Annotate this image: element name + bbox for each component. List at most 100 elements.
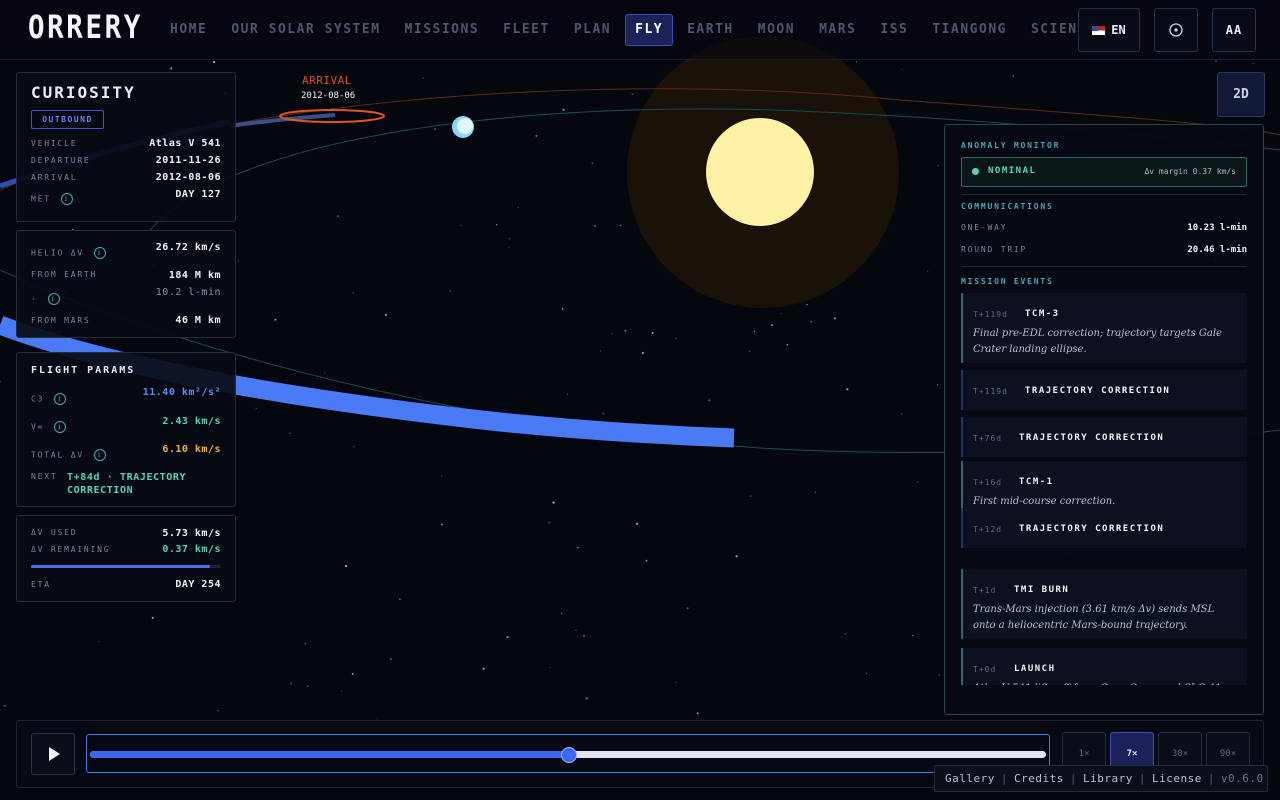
star	[865, 672, 867, 674]
star	[217, 709, 219, 712]
main-nav: HOME OUR SOLAR SYSTEM MISSIONS FLEET PLAN FLY…	[160, 14, 1110, 46]
timeline-slider[interactable]	[86, 734, 1050, 773]
one-way-value: 10.23 l-min	[1187, 223, 1247, 233]
language-label: EN	[1111, 23, 1126, 37]
dv-remaining-label: ΔV REMAINING	[31, 545, 111, 554]
star	[374, 141, 376, 143]
star	[635, 522, 639, 525]
star	[3, 704, 6, 707]
info-icon[interactable]: i	[54, 393, 67, 405]
departure-label: DEPARTURE	[31, 156, 91, 165]
star	[936, 384, 939, 386]
event-description: Final pre-EDL correction; trajectory tar…	[973, 328, 1222, 355]
nav-item-plan[interactable]: PLAN	[564, 14, 621, 46]
mission-events-list[interactable]: T+119d TCM-3 Final pre-EDL correction; tra…	[961, 293, 1247, 685]
font-size-button[interactable]: AA	[1212, 8, 1256, 52]
dv-remaining-value: 0.37 km/s	[162, 544, 221, 555]
info-icon[interactable]: i	[60, 193, 73, 205]
star	[351, 673, 354, 675]
license-link[interactable]: License	[1152, 772, 1202, 785]
vinf-label: V∞	[31, 422, 45, 432]
us-flag-icon	[1092, 25, 1106, 35]
communications-title: COMMUNICATIONS	[961, 202, 1054, 211]
nav-item-fleet[interactable]: FLEET	[493, 14, 560, 46]
mission-event-item[interactable]: T+0d LAUNCH Atlas V 541 lifts off from Cap…	[961, 648, 1247, 685]
star	[547, 521, 550, 524]
star	[806, 303, 808, 306]
mission-event-item[interactable]: T+119d TCM-3 Final pre-EDL correction; tra…	[961, 293, 1247, 363]
top-navigation-bar: ORRERY HOME OUR SOLAR SYSTEM MISSIONS FLEET…	[0, 0, 1280, 60]
nav-item-iss[interactable]: ISS	[870, 14, 918, 46]
timeline-thumb[interactable]	[561, 747, 577, 763]
play-button[interactable]	[31, 733, 75, 775]
info-icon[interactable]: i	[47, 293, 60, 305]
event-name: TRAJECTORY CORRECTION	[1019, 524, 1165, 534]
c3-label: C3	[31, 394, 45, 404]
view-mode-toggle[interactable]: 2D	[1217, 72, 1265, 117]
star	[549, 667, 551, 669]
mission-event-item[interactable]: T+1d TMI BURN Trans-Mars injection (3.61 k…	[961, 569, 1247, 639]
arrival-field-label: ARRIVAL	[31, 173, 78, 182]
info-icon[interactable]: i	[93, 449, 106, 461]
version-label: v0.6.0	[1220, 772, 1264, 785]
status-dot-icon	[972, 168, 979, 175]
nav-item-home[interactable]: HOME	[160, 14, 217, 46]
star	[340, 690, 342, 692]
star	[591, 162, 594, 165]
mission-event-item[interactable]: T+76d TRAJECTORY CORRECTION	[961, 417, 1247, 457]
mission-event-item[interactable]: T+119d TRAJECTORY CORRECTION	[961, 370, 1247, 410]
dv-used-label: ΔV USED	[31, 528, 78, 537]
nav-item-tiangong[interactable]: TIANGONG	[922, 14, 1017, 46]
star	[611, 333, 613, 335]
star	[434, 128, 437, 131]
star	[585, 697, 588, 700]
star	[735, 555, 738, 558]
star	[289, 432, 292, 435]
from-mars-value: 46 M km	[175, 315, 221, 326]
info-icon[interactable]: i	[54, 421, 67, 433]
vinf-row: V∞ i	[31, 421, 67, 433]
language-button[interactable]: EN	[1078, 8, 1140, 52]
from-earth-label: FROM EARTH	[31, 270, 98, 279]
nav-item-our-solar-system[interactable]: OUR SOLAR SYSTEM	[221, 14, 390, 46]
event-time: T+119d	[973, 387, 1008, 396]
star	[1215, 60, 1217, 62]
star	[352, 292, 355, 294]
dv-budget-bar-fill	[31, 565, 210, 568]
star	[449, 290, 451, 292]
event-name: TCM-1	[1019, 477, 1054, 487]
star	[506, 636, 509, 639]
star	[809, 320, 813, 323]
nav-item-mars[interactable]: MARS	[809, 14, 866, 46]
star	[594, 224, 597, 227]
star	[602, 412, 605, 415]
flight-params-panel: FLIGHT PARAMS C3 i 11.40 km²/s² V∞ i 2.43 …	[16, 352, 236, 507]
total-dv-label: TOTAL ΔV	[31, 450, 84, 460]
star	[749, 350, 751, 352]
nominal-status-box: NOMINAL Δv margin 0.37 km/s	[961, 157, 1247, 187]
nav-item-missions[interactable]: MISSIONS	[395, 14, 490, 46]
library-link[interactable]: Library	[1083, 772, 1133, 785]
star	[937, 165, 939, 167]
focus-button[interactable]	[1154, 8, 1198, 52]
info-icon[interactable]: i	[93, 247, 106, 259]
star	[814, 491, 816, 493]
sun[interactable]	[706, 118, 814, 226]
star	[384, 313, 388, 317]
nav-item-earth[interactable]: EARTH	[677, 14, 744, 46]
event-time: T+16d	[973, 478, 1003, 487]
nav-item-moon[interactable]: MOON	[748, 14, 805, 46]
mission-event-item[interactable]: T+12d TRAJECTORY CORRECTION	[961, 508, 1247, 548]
star	[675, 682, 677, 683]
star	[917, 481, 919, 483]
star	[619, 224, 622, 227]
star	[422, 77, 424, 79]
star	[841, 636, 843, 638]
credits-link[interactable]: Credits	[1014, 772, 1064, 785]
nav-item-fly[interactable]: FLY	[625, 14, 674, 46]
star	[749, 495, 752, 497]
gallery-link[interactable]: Gallery	[945, 772, 995, 785]
star	[786, 344, 789, 346]
event-time: T+12d	[973, 525, 1003, 534]
app-logo[interactable]: ORRERY	[28, 8, 143, 46]
